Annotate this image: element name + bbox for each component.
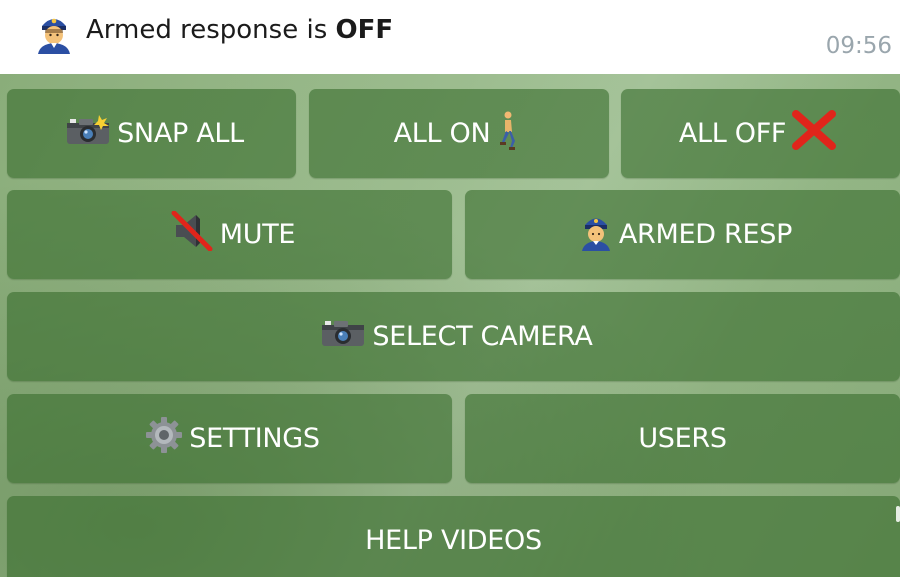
select-camera-button[interactable]: SELECT CAMERA (7, 292, 900, 381)
gear-icon (145, 416, 183, 461)
message-text: Armed response is OFF (86, 15, 393, 45)
reply-keyboard: SNAP ALL ALL ON ALL OFF MUTE ARMED RESP … (0, 74, 900, 577)
scrollbar-thumb[interactable] (896, 506, 900, 522)
message-timestamp: 09:56 (825, 33, 892, 59)
select-camera-label: SELECT CAMERA (372, 321, 593, 352)
armed-resp-button[interactable]: ARMED RESP (465, 190, 900, 279)
all-on-label: ALL ON (393, 118, 491, 149)
mute-button[interactable]: MUTE (7, 190, 452, 279)
chat-page: Armed response is OFF 09:56 SNAP ALL ALL… (0, 0, 900, 577)
settings-label: SETTINGS (189, 423, 320, 454)
cross-mark-icon (792, 110, 837, 157)
police-officer-icon (34, 10, 74, 54)
help-videos-button[interactable]: HELP VIDEOS (7, 496, 900, 577)
settings-button[interactable]: SETTINGS (7, 394, 452, 483)
police-officer-icon (579, 211, 613, 258)
all-off-label: ALL OFF (678, 118, 787, 149)
all-off-button[interactable]: ALL OFF (621, 89, 900, 178)
users-button[interactable]: USERS (465, 394, 900, 483)
snap-all-button[interactable]: SNAP ALL (7, 89, 296, 178)
camera-icon (320, 318, 366, 355)
snap-all-label: SNAP ALL (117, 118, 244, 149)
muted-speaker-icon (170, 210, 214, 258)
person-walking-icon (496, 110, 518, 157)
camera-flash-icon (65, 114, 111, 153)
bot-message: Armed response is OFF 09:56 (0, 0, 900, 74)
armed-status: OFF (335, 15, 394, 45)
all-on-button[interactable]: ALL ON (309, 89, 609, 178)
users-label: USERS (638, 423, 727, 454)
armed-resp-label: ARMED RESP (618, 219, 793, 250)
message-prefix: Armed response is (86, 15, 336, 45)
help-videos-label: HELP VIDEOS (365, 525, 542, 556)
mute-label: MUTE (219, 219, 296, 250)
